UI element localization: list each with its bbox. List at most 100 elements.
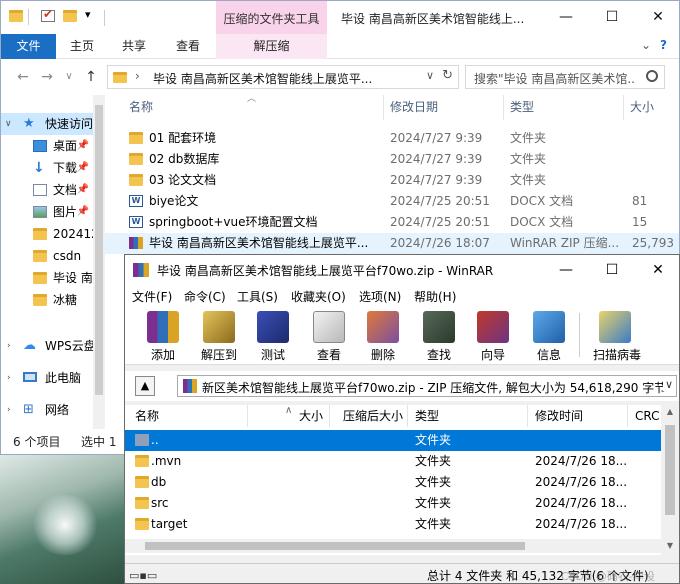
search-input[interactable]: 搜索"毕设 南昌高新区美术馆... [474, 70, 634, 87]
selected-count: 选中 1 [81, 435, 117, 449]
virus-scan-icon [599, 311, 631, 343]
archive-row[interactable]: db 文件夹 2024/7/26 18... [125, 472, 661, 493]
nav-item-quick-access[interactable]: ∨ ★ 快速访问 [1, 113, 93, 135]
nav-item-network[interactable]: › ⊞ 网络 [1, 399, 93, 421]
chevron-right-icon[interactable]: › [7, 367, 11, 389]
picture-icon [33, 206, 47, 218]
chevron-down-icon[interactable]: ∨ [662, 378, 673, 391]
nav-item-documents[interactable]: 文档 📌 [1, 179, 93, 201]
recent-dropdown-icon[interactable]: ∨ [59, 67, 79, 87]
nav-item-folder[interactable]: csdn [1, 245, 93, 267]
address-box[interactable]: › 毕设 南昌高新区美术馆智能线上展览平... ∨ ↻ [107, 65, 459, 89]
delete-button[interactable]: 删除 [357, 309, 409, 363]
vertical-scrollbar[interactable]: ▲ ▼ [661, 405, 679, 555]
nav-item-pictures[interactable]: 图片 📌 [1, 201, 93, 223]
forward-arrow-icon[interactable]: → [37, 67, 57, 87]
up-folder-button[interactable]: ▲ [135, 376, 155, 396]
file-row[interactable]: 03 论文文档 2024/7/27 9:39 文件夹 [105, 170, 679, 191]
file-row[interactable]: W springboot+vue环境配置文档 2024/7/25 20:51 D… [105, 212, 679, 233]
close-button[interactable]: ✕ [635, 1, 679, 34]
toolbar: 添加 解压到 测试 查看 删除 查找 向导 信息 扫描病毒 [125, 307, 679, 365]
nav-item-wps-cloud[interactable]: › ☁ WPS云盘 [1, 335, 93, 357]
find-button[interactable]: 查找 [413, 309, 465, 363]
archive-row[interactable]: src 文件夹 2024/7/26 18... [125, 493, 661, 514]
new-folder-icon[interactable] [63, 10, 77, 22]
column-date[interactable]: 修改日期 [390, 95, 438, 120]
archive-row[interactable]: .mvn 文件夹 2024/7/26 18... [125, 451, 661, 472]
folder-icon [135, 476, 149, 488]
extract-to-button[interactable]: 解压到 [193, 309, 245, 363]
maximize-button[interactable]: ☐ [589, 1, 635, 34]
column-type[interactable]: 类型 [415, 405, 439, 427]
column-packed-size[interactable]: 压缩后大小 [343, 405, 403, 427]
view-button[interactable]: 查看 [303, 309, 355, 363]
menu-options[interactable]: 选项(N) [359, 288, 401, 305]
up-arrow-icon[interactable]: ↑ [81, 67, 101, 87]
archive-row-selected[interactable]: .. 文件夹 [125, 430, 661, 451]
file-row[interactable]: 01 配套环境 2024/7/27 9:39 文件夹 [105, 128, 679, 149]
file-row[interactable]: 02 db数据库 2024/7/27 9:39 文件夹 [105, 149, 679, 170]
ribbon-expand-icon[interactable]: ⌄ [641, 38, 651, 52]
tab-home[interactable]: 主页 [56, 34, 108, 59]
tab-file[interactable]: 文件 [1, 34, 56, 59]
menu-file[interactable]: 文件(F) [132, 288, 172, 305]
tab-view[interactable]: 查看 [160, 34, 216, 59]
qat-dropdown-icon[interactable]: ▾ [85, 8, 91, 21]
column-name[interactable]: 名称 [135, 405, 159, 427]
column-name[interactable]: 名称 [129, 95, 153, 120]
properties-icon[interactable] [41, 7, 55, 22]
back-arrow-icon[interactable]: ← [13, 67, 33, 87]
nav-item-downloads[interactable]: ↓ 下载 📌 [1, 157, 93, 179]
test-button[interactable]: 测试 [247, 309, 299, 363]
chevron-right-icon: › [135, 69, 140, 83]
virus-scan-button[interactable]: 扫描病毒 [589, 309, 645, 363]
winrar-title: 毕设 南昌高新区美术馆智能线上展览平台f70wo.zip - WinRAR [157, 264, 494, 278]
nav-item-desktop[interactable]: 桌面 📌 [1, 135, 93, 157]
minimize-button[interactable]: — [543, 1, 589, 34]
pin-icon: 📌 [76, 206, 89, 217]
menu-commands[interactable]: 命令(C) [184, 288, 226, 305]
minimize-button[interactable]: — [543, 255, 589, 285]
file-row[interactable]: W biye论文 2024/7/25 20:51 DOCX 文档 81 [105, 191, 679, 212]
nav-item-this-pc[interactable]: › 此电脑 [1, 367, 93, 389]
nav-item-folder[interactable]: 冰糖 [1, 289, 93, 311]
network-icon: ⊞ [23, 402, 34, 417]
folder-icon [129, 132, 143, 144]
wizard-button[interactable]: 向导 [467, 309, 519, 363]
winrar-archive-icon [129, 237, 143, 249]
word-doc-icon: W [129, 195, 143, 207]
column-type[interactable]: 类型 [510, 95, 534, 120]
refresh-icon[interactable]: ↻ [442, 68, 453, 83]
chevron-right-icon[interactable]: › [7, 335, 11, 357]
menu-help[interactable]: 帮助(H) [414, 288, 456, 305]
chevron-down-icon[interactable]: ∨ [426, 69, 434, 82]
nav-item-folder[interactable]: 毕设 南 [1, 267, 93, 289]
nav-item-folder[interactable]: 202412 [1, 223, 93, 245]
scroll-up-icon[interactable]: ▲ [661, 407, 679, 416]
add-button[interactable]: 添加 [137, 309, 189, 363]
column-modified[interactable]: 修改时间 [535, 405, 583, 427]
column-crc[interactable]: CRC [635, 405, 660, 427]
archive-row[interactable]: target 文件夹 2024/7/26 18... [125, 514, 661, 535]
tab-share[interactable]: 共享 [108, 34, 160, 59]
chevron-right-icon[interactable]: › [7, 399, 11, 421]
nav-scrollbar[interactable] [93, 95, 105, 429]
chevron-down-icon[interactable]: ∨ [5, 113, 12, 135]
folder-icon [135, 518, 149, 530]
info-button[interactable]: 信息 [523, 309, 575, 363]
column-size[interactable]: 大小 [630, 95, 654, 120]
folder-icon [9, 10, 23, 22]
menu-favorites[interactable]: 收藏夹(O) [291, 288, 346, 305]
column-size[interactable]: 大小 [299, 405, 323, 427]
menu-tools[interactable]: 工具(S) [237, 288, 278, 305]
help-icon[interactable]: ? [660, 38, 667, 52]
maximize-button[interactable]: ☐ [589, 255, 635, 285]
path-combo[interactable]: 新区美术馆智能线上展览平台f70wo.zip - ZIP 压缩文件, 解包大小为… [177, 375, 677, 397]
word-doc-icon: W [129, 216, 143, 228]
file-row-selected[interactable]: 毕设 南昌高新区美术馆智能线上展览平... 2024/7/26 18:07 Wi… [105, 233, 679, 254]
search-box[interactable]: 搜索"毕设 南昌高新区美术馆... [465, 65, 665, 89]
tab-extract[interactable]: 解压缩 [216, 34, 327, 59]
scroll-down-icon[interactable]: ▼ [661, 541, 679, 550]
horizontal-scrollbar[interactable] [125, 539, 661, 553]
close-button[interactable]: ✕ [635, 255, 679, 285]
